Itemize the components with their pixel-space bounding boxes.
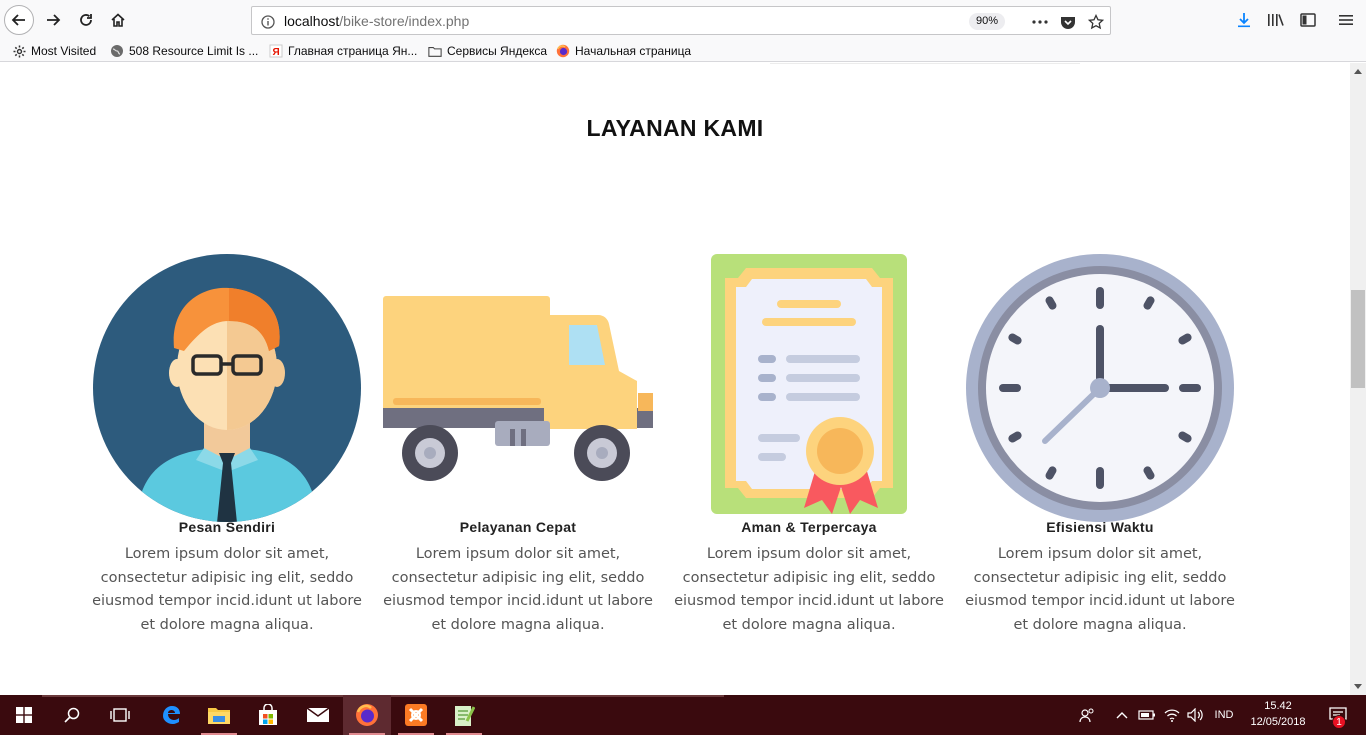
downloads-icon[interactable]: [1234, 10, 1254, 30]
clock-time: 15.42: [1264, 700, 1292, 712]
taskbar-edge[interactable]: [147, 695, 195, 735]
taskbar-mail[interactable]: [294, 695, 342, 735]
action-center-button[interactable]: 1: [1318, 695, 1358, 735]
task-view-icon: [110, 708, 130, 722]
taskbar-file-explorer[interactable]: [195, 695, 243, 735]
edge-icon: [163, 706, 180, 724]
page-content: LAYANAN KAMI Pesan Sendiri Lorem ipsum d…: [0, 63, 1350, 695]
clock[interactable]: 15.42 12/05/2018: [1246, 698, 1310, 730]
scroll-down-arrow[interactable]: [1350, 678, 1366, 695]
folder-icon: [208, 708, 230, 724]
reload-button[interactable]: [72, 6, 100, 34]
service-description: Lorem ipsum dolor sit amet, consectetur …: [92, 546, 362, 633]
gear-icon: [12, 44, 26, 58]
people-button[interactable]: [1074, 695, 1100, 735]
bookmarks-bar: Most Visited 508 Resource Limit Is ... Я…: [0, 40, 1366, 62]
zoom-level-badge[interactable]: 90%: [969, 13, 1006, 30]
windows-taskbar: IND 15.42 12/05/2018 1: [0, 695, 1366, 735]
info-icon[interactable]: [259, 13, 277, 31]
bookmark-label: Главная страница Ян...: [288, 44, 418, 58]
battery-icon: [1138, 710, 1155, 720]
start-button[interactable]: [0, 695, 48, 735]
scroll-up-arrow[interactable]: [1350, 63, 1366, 80]
wifi-icon: [1164, 709, 1180, 722]
pocket-icon[interactable]: [1059, 13, 1077, 31]
service-description: Lorem ipsum dolor sit amet, consectetur …: [965, 546, 1235, 633]
svg-text:Я: Я: [273, 47, 280, 58]
clock-icon: [965, 253, 1235, 523]
service-name: Aman & Terpercaya: [741, 519, 877, 535]
volume-button[interactable]: [1184, 695, 1206, 735]
bookmark-yandex-services[interactable]: Сервисы Яндекса: [428, 43, 547, 59]
service-description: Lorem ipsum dolor sit amet, consectetur …: [674, 546, 944, 633]
bookmark-yandex-home[interactable]: Я Главная страница Ян...: [269, 43, 417, 59]
menu-icon[interactable]: [1336, 10, 1356, 30]
truck-icon: [383, 253, 653, 523]
xampp-icon: [405, 704, 427, 726]
store-icon: [259, 704, 277, 725]
search-icon: [64, 707, 80, 723]
show-hidden-icons-button[interactable]: [1112, 695, 1132, 735]
library-icon[interactable]: [1266, 10, 1286, 30]
globe-icon: [110, 44, 124, 58]
input-language-button[interactable]: IND: [1210, 695, 1238, 735]
url-text[interactable]: localhost/bike-store/index.php: [284, 13, 469, 29]
bookmark-label: 508 Resource Limit Is ...: [129, 44, 259, 58]
page-actions-icon[interactable]: [1031, 13, 1049, 31]
taskbar-notepadpp[interactable]: [440, 695, 488, 735]
divider: [770, 63, 1080, 64]
firefox-icon: [356, 704, 378, 726]
yandex-icon: Я: [269, 44, 283, 58]
url-bar[interactable]: localhost/bike-store/index.php 90%: [251, 6, 1111, 35]
person-icon: [92, 253, 362, 523]
battery-button[interactable]: [1137, 695, 1157, 735]
service-name: Pesan Sendiri: [178, 519, 276, 535]
home-icon: [111, 13, 125, 27]
forward-button[interactable]: [39, 6, 67, 34]
search-button[interactable]: [48, 695, 96, 735]
task-view-button[interactable]: [96, 695, 144, 735]
service-name: Efisiensi Waktu: [1046, 519, 1154, 535]
bookmark-label: Начальная страница: [575, 44, 692, 58]
reload-icon: [80, 14, 92, 26]
mail-icon: [306, 707, 330, 722]
windows-icon: [16, 707, 32, 723]
speaker-icon: [1187, 708, 1203, 722]
bookmark-most-visited[interactable]: Most Visited: [12, 43, 96, 59]
section-title: LAYANAN KAMI: [586, 115, 764, 141]
folder-icon: [428, 44, 442, 58]
scrollbar-thumb[interactable]: [1351, 290, 1365, 388]
bookmark-resource-limit[interactable]: 508 Resource Limit Is ...: [110, 43, 258, 59]
home-button[interactable]: [104, 6, 132, 34]
notepad-icon: [455, 706, 475, 726]
bookmark-start-page[interactable]: Начальная страница: [556, 43, 691, 59]
sidebar-icon[interactable]: [1298, 10, 1318, 30]
back-button[interactable]: [4, 5, 34, 35]
chevron-up-icon: [1116, 712, 1128, 719]
clock-date: 12/05/2018: [1250, 716, 1306, 728]
taskbar-xampp[interactable]: [392, 695, 440, 735]
service-name: Pelayanan Cepat: [459, 519, 577, 535]
arrow-left-icon: [11, 14, 25, 26]
people-icon: [1079, 708, 1094, 722]
bookmark-label: Сервисы Яндекса: [447, 44, 548, 58]
arrow-right-icon: [47, 14, 61, 26]
certificate-icon: [674, 253, 944, 523]
service-description: Lorem ipsum dolor sit amet, consectetur …: [383, 546, 653, 633]
firefox-icon: [556, 44, 570, 58]
bookmark-star-icon[interactable]: [1087, 13, 1105, 31]
network-button[interactable]: [1161, 695, 1183, 735]
taskbar-store[interactable]: [244, 695, 292, 735]
bookmark-label: Most Visited: [31, 44, 97, 58]
taskbar-firefox[interactable]: [343, 695, 391, 735]
browser-toolbar: localhost/bike-store/index.php 90%: [0, 0, 1366, 40]
notification-badge: 1: [1332, 715, 1346, 729]
vertical-scrollbar[interactable]: [1350, 63, 1366, 695]
